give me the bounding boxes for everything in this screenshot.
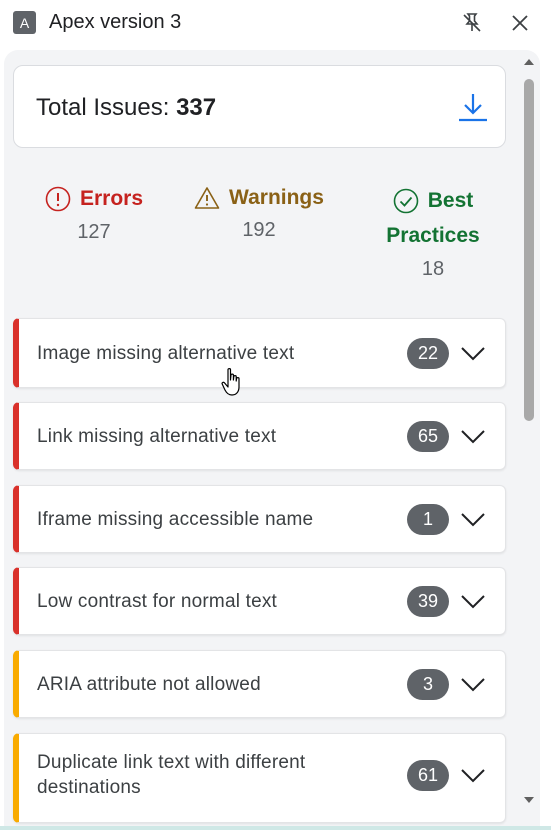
window-bottom-edge: [0, 826, 551, 830]
issue-count-badge: 3: [407, 669, 449, 700]
close-icon: [512, 15, 528, 31]
issue-label: Image missing alternative text: [37, 343, 295, 364]
scroll-up-arrow-icon[interactable]: [524, 57, 534, 67]
download-button[interactable]: [455, 89, 491, 125]
best-practices-label-line1: Best: [427, 189, 474, 212]
issue-label: Low contrast for normal text: [37, 591, 278, 612]
warnings-value: 192: [242, 219, 276, 241]
issue-item[interactable]: Duplicate link text with different desti…: [13, 733, 506, 823]
issue-label: ARIA attribute not allowed: [37, 674, 261, 695]
issue-count-badge: 65: [407, 421, 449, 452]
best-practices-stat: Best Practices 18: [368, 186, 498, 281]
chevron-down-icon[interactable]: [459, 339, 487, 367]
errors-value: 127: [77, 221, 111, 243]
app-icon: A: [13, 11, 36, 34]
issue-count-badge: 39: [407, 586, 449, 617]
unpin-button[interactable]: [460, 11, 484, 35]
chevron-down-icon[interactable]: [459, 761, 487, 789]
title-bar: A Apex version 3: [0, 0, 551, 46]
issue-count-badge: 22: [407, 338, 449, 369]
chevron-down-icon[interactable]: [459, 505, 487, 533]
warnings-label: Warnings: [229, 186, 324, 209]
issue-label: Iframe missing accessible name: [37, 509, 314, 530]
total-issues-count: 337: [176, 94, 217, 121]
issue-count-badge: 1: [407, 504, 449, 535]
total-issues-text: Total Issues: 337: [36, 94, 216, 122]
errors-stat: Errors 127: [34, 186, 154, 244]
scrollbar-thumb[interactable]: [524, 79, 534, 421]
issue-item[interactable]: Link missing alternative text 65: [13, 402, 506, 470]
issue-item[interactable]: Image missing alternative text 22: [13, 318, 506, 388]
chevron-down-icon[interactable]: [459, 670, 487, 698]
chevron-down-icon[interactable]: [459, 422, 487, 450]
issue-label: Duplicate link text with different desti…: [37, 750, 305, 800]
results-panel: Total Issues: 337 Errors 127 Warnings 19…: [4, 50, 540, 826]
issue-item[interactable]: Low contrast for normal text 39: [13, 567, 506, 635]
errors-label: Errors: [79, 187, 144, 210]
window-title: Apex version 3: [49, 11, 182, 33]
issue-label-line2: destinations: [37, 777, 141, 798]
best-practices-value: 18: [421, 258, 445, 280]
scroll-down-arrow-icon[interactable]: [524, 795, 534, 805]
close-button[interactable]: [508, 11, 532, 35]
chevron-down-icon[interactable]: [459, 587, 487, 615]
unpin-icon: [463, 13, 481, 32]
total-issues-label: Total Issues:: [36, 94, 170, 121]
vertical-scrollbar[interactable]: [521, 55, 537, 813]
warnings-stat: Warnings 192: [184, 186, 334, 242]
error-circle-icon: [45, 186, 71, 212]
issue-label-line1: Duplicate link text with different: [37, 752, 306, 773]
download-icon: [459, 94, 487, 122]
check-circle-icon: [393, 188, 419, 214]
issue-item[interactable]: Iframe missing accessible name 1: [13, 485, 506, 553]
issue-count-badge: 61: [407, 760, 449, 791]
total-issues-card: Total Issues: 337: [13, 65, 506, 148]
warning-triangle-icon: [194, 187, 220, 209]
issue-item[interactable]: ARIA attribute not allowed 3: [13, 650, 506, 718]
best-practices-label-line2: Practices: [386, 224, 480, 247]
issue-label: Link missing alternative text: [37, 426, 277, 447]
